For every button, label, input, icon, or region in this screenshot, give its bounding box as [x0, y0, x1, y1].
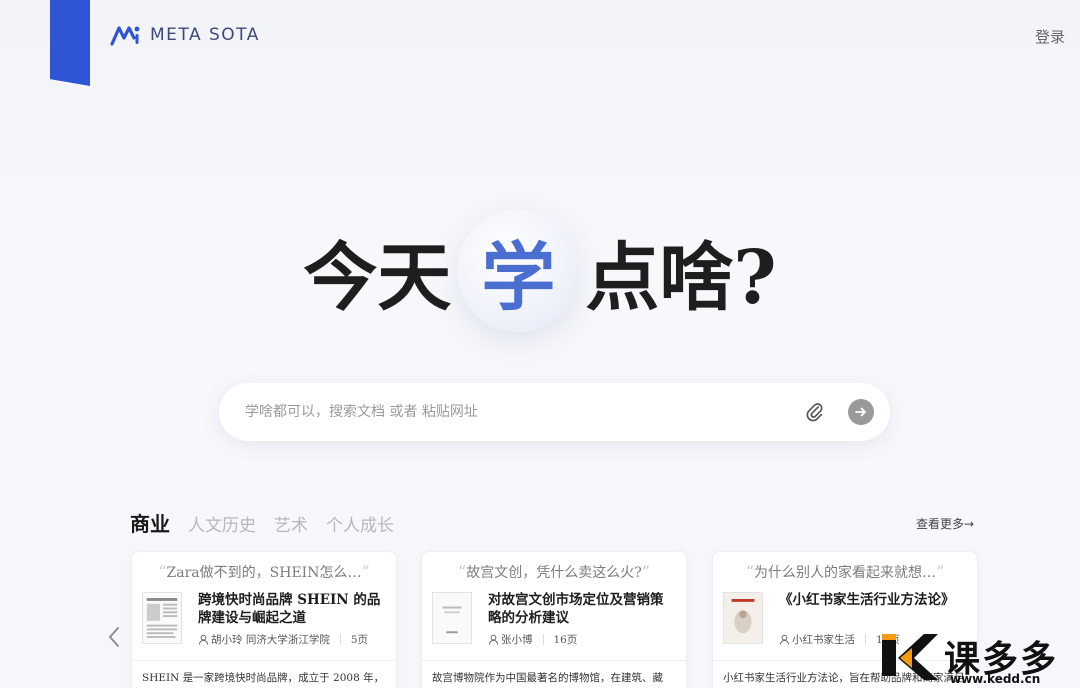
search-bar: [219, 383, 890, 441]
card-meta: 胡小玲 同济大学浙江学院 5页: [198, 632, 368, 647]
watermark-url: www.kedd.cn: [950, 672, 1041, 686]
card-pages: 5页: [350, 634, 369, 646]
document-card[interactable]: “Zara做不到的，SHEIN怎么…” 跨境快时尚品牌 SHEIN 的品牌建设与…: [131, 551, 397, 688]
card-divider: [132, 660, 396, 661]
meta-divider: [865, 634, 866, 645]
close-quote-icon: ”: [936, 562, 945, 581]
open-quote-icon: “: [745, 562, 754, 581]
paperclip-icon[interactable]: [804, 401, 826, 423]
hero-heading: 今天 学 点啥?: [0, 210, 1080, 332]
document-card[interactable]: “故宫文创，凭什么卖这么火?” 对故宫文创市场定位及营销策略的分析建议 张小博 …: [421, 551, 687, 688]
watermark: 课多多 www.kedd.cn: [880, 628, 1080, 688]
card-author: 张小博: [501, 634, 533, 646]
meta-divider: [339, 634, 341, 645]
document-thumbnail: [432, 592, 472, 644]
open-quote-icon: “: [458, 562, 467, 581]
open-quote-icon: “: [158, 562, 167, 581]
document-thumbnail: [723, 592, 763, 644]
logo-text: META SOTA: [150, 25, 260, 45]
tab-personal-growth[interactable]: 个人成长: [326, 511, 394, 536]
chevron-left-icon[interactable]: [104, 624, 124, 650]
card-description: 故宫博物院作为中国最著名的博物馆，在建筑、藏: [432, 672, 663, 684]
card-title: 《小红书家生活行业方法论》: [779, 592, 955, 608]
card-title: 对故宫文创市场定位及营销策略的分析建议: [488, 592, 664, 626]
tab-art[interactable]: 艺术: [274, 511, 308, 536]
hero-text-after: 点啥?: [585, 234, 777, 321]
arrow-right-icon: [855, 407, 866, 417]
card-quote-text: 为什么别人的家看起来就想…: [754, 565, 936, 581]
watermark-logo-icon: [882, 634, 938, 680]
card-pages: 16页: [553, 634, 578, 646]
search-input[interactable]: [245, 404, 804, 420]
card-author: 小红书家生活: [792, 634, 855, 646]
card-quote: “Zara做不到的，SHEIN怎么…”: [132, 562, 396, 582]
card-description: SHEIN 是一家跨境快时尚品牌，成立于 2008 年，最: [142, 672, 385, 684]
user-icon: [488, 634, 499, 645]
bookmark-ribbon: [50, 0, 90, 86]
user-icon: [198, 634, 209, 645]
logo-mark-icon: [110, 26, 140, 46]
card-meta: 张小博 16页: [488, 632, 577, 647]
card-author: 胡小玲 同济大学浙江学院: [211, 634, 330, 646]
see-more-link[interactable]: 查看更多→: [916, 515, 974, 532]
logo[interactable]: META SOTA: [110, 24, 260, 46]
user-icon: [779, 634, 790, 645]
card-quote: “为什么别人的家看起来就想…”: [713, 562, 977, 582]
tab-humanities-history[interactable]: 人文历史: [188, 511, 256, 536]
hero-highlight-text: 学: [481, 234, 556, 321]
tab-business[interactable]: 商业: [130, 508, 170, 537]
hero-highlight: 学: [457, 210, 580, 332]
card-quote-text: 故宫文创，凭什么卖这么火?: [466, 565, 642, 581]
document-thumbnail: [142, 592, 182, 644]
close-quote-icon: ”: [641, 562, 650, 581]
meta-divider: [542, 634, 544, 645]
submit-button[interactable]: [848, 399, 874, 425]
card-quote-text: Zara做不到的，SHEIN怎么…: [166, 565, 362, 581]
close-quote-icon: ”: [361, 562, 370, 581]
card-divider: [422, 660, 686, 661]
login-button[interactable]: 登录: [1035, 26, 1065, 47]
category-tabs: 商业 人文历史 艺术 个人成长: [130, 508, 394, 537]
card-title: 跨境快时尚品牌 SHEIN 的品牌建设与崛起之道: [198, 592, 381, 626]
hero-text-before: 今天: [303, 234, 452, 321]
card-quote: “故宫文创，凭什么卖这么火?”: [422, 562, 686, 582]
